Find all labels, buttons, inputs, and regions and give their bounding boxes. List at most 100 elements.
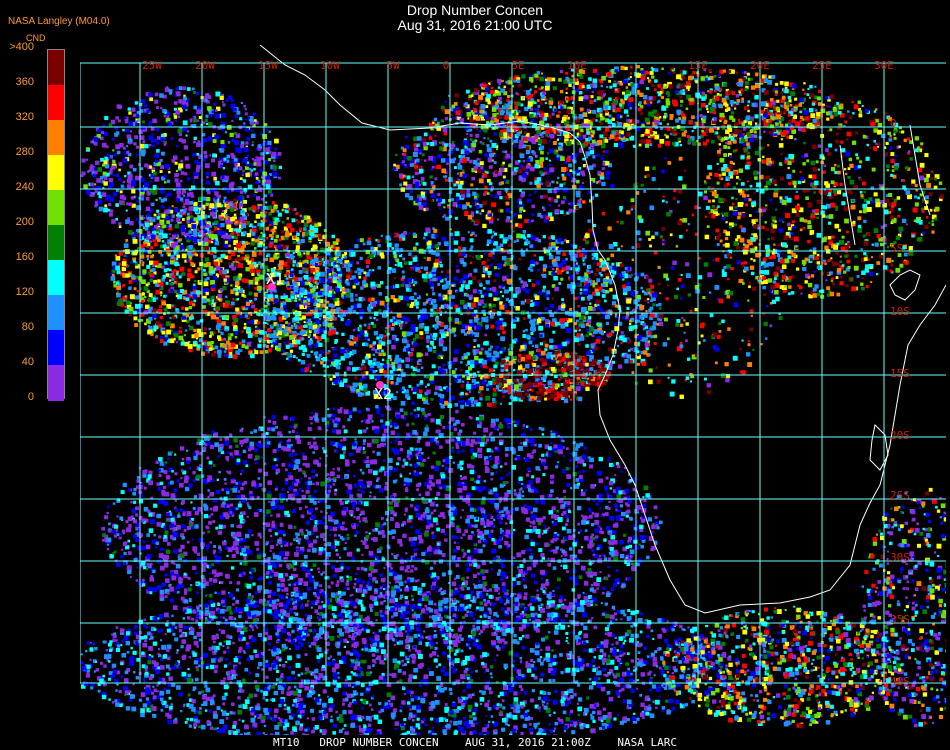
- cloud-pixel: [436, 491, 441, 496]
- cloud-pixel: [174, 289, 178, 294]
- cloud-pixel: [506, 356, 510, 360]
- cloud-pixel: [486, 388, 489, 391]
- cloud-pixel: [297, 251, 302, 256]
- cloud-pixel: [414, 567, 418, 571]
- cloud-pixel: [229, 452, 232, 455]
- cloud-pixel: [479, 397, 483, 401]
- cloud-pixel: [214, 554, 218, 558]
- cloud-pixel: [239, 241, 242, 244]
- cloud-pixel: [395, 284, 400, 289]
- cloud-pixel: [274, 294, 279, 299]
- cloud-pixel: [443, 371, 446, 375]
- cloud-pixel: [561, 304, 566, 309]
- cloud-pixel: [116, 562, 121, 567]
- cloud-pixel: [157, 279, 161, 283]
- cloud-pixel: [311, 547, 317, 553]
- cloud-pixel: [159, 315, 163, 320]
- cloud-pixel: [361, 392, 365, 396]
- cloud-pixel: [251, 272, 255, 276]
- cloud-pixel: [409, 604, 415, 610]
- cloud-pixel: [331, 268, 335, 272]
- cloud-pixel: [322, 515, 326, 519]
- cloud-pixel: [565, 257, 568, 261]
- cloud-pixel: [219, 303, 224, 307]
- cloud-pixel: [516, 239, 519, 242]
- cloud-pixel: [196, 344, 201, 349]
- cloud-pixel: [520, 345, 525, 350]
- cloud-pixel: [372, 341, 376, 345]
- cloud-pixel: [647, 301, 650, 304]
- cloud-pixel: [636, 273, 640, 276]
- cloud-pixel: [408, 458, 411, 461]
- cloud-pixel: [386, 328, 391, 333]
- cloud-pixel: [484, 529, 490, 535]
- cloud-pixel: [388, 267, 392, 271]
- cloud-pixel: [171, 274, 176, 279]
- cloud-pixel: [268, 333, 273, 338]
- cloud-pixel: [175, 257, 179, 261]
- cloud-pixel: [439, 339, 444, 344]
- cloud-pixel: [291, 296, 294, 299]
- cloud-pixel: [286, 357, 289, 360]
- cloud-pixel: [543, 247, 546, 250]
- cloud-pixel: [369, 270, 373, 274]
- cloud-pixel: [639, 314, 644, 319]
- cloud-pixel: [456, 536, 459, 539]
- cloud-pixel: [165, 281, 169, 285]
- cloud-pixel: [590, 283, 593, 286]
- cloud-pixel: [210, 252, 214, 256]
- cloud-pixel: [405, 357, 410, 362]
- cloud-pixel: [349, 278, 352, 281]
- cloud-pixel: [161, 265, 165, 269]
- cloud-pixel: [219, 329, 222, 332]
- cloud-pixel: [295, 263, 299, 267]
- cloud-pixel: [601, 316, 604, 319]
- cloud-pixel: [182, 315, 187, 320]
- cloud-pixel: [320, 314, 323, 317]
- cloud-pixel: [429, 553, 432, 556]
- cloud-pixel: [391, 247, 395, 250]
- cloud-pixel: [507, 425, 511, 429]
- colorbar-tick-label: 320: [15, 111, 34, 123]
- cloud-pixel: [538, 311, 542, 316]
- cloud-pixel: [353, 336, 358, 342]
- cloud-pixel: [473, 345, 476, 349]
- cloud-pixel: [306, 254, 311, 259]
- cloud-pixel: [121, 548, 124, 551]
- cloud-pixel: [436, 309, 440, 313]
- cloud-pixel: [295, 231, 298, 234]
- cloud-pixel: [370, 321, 374, 325]
- cloud-pixel: [425, 227, 430, 233]
- cloud-pixel: [373, 470, 378, 476]
- cloud-pixel: [331, 347, 334, 351]
- cloud-pixel: [472, 256, 475, 259]
- cloud-pixel: [336, 365, 341, 370]
- cloud-pixel: [466, 381, 470, 384]
- cloud-pixel: [178, 275, 182, 279]
- cloud-pixel: [270, 298, 274, 302]
- cloud-pixel: [453, 240, 458, 245]
- cloud-pixel: [340, 317, 344, 322]
- cloud-pixel: [254, 236, 258, 240]
- cloud-pixel: [251, 238, 255, 242]
- cloud-pixel: [453, 334, 457, 337]
- cloud-pixel: [610, 534, 616, 540]
- cloud-pixel: [518, 476, 523, 481]
- cloud-pixel: [578, 246, 581, 249]
- cloud-pixel: [164, 261, 168, 265]
- cloud-pixel: [210, 341, 214, 345]
- cloud-pixel: [424, 385, 428, 388]
- cloud-pixel: [461, 509, 464, 512]
- cloud-pixel: [441, 572, 446, 577]
- cloud-pixel: [260, 219, 263, 223]
- cloud-pixel: [460, 391, 464, 396]
- cloud-pixel: [350, 251, 356, 257]
- cloud-pixel: [539, 256, 544, 261]
- cloud-pixel: [486, 287, 490, 292]
- cloud-pixel: [548, 252, 552, 256]
- cloud-pixel: [185, 297, 190, 301]
- cloud-pixel: [401, 359, 405, 363]
- cloud-pixel: [565, 467, 570, 471]
- cloud-pixel: [453, 548, 458, 553]
- cloud-pixel: [419, 389, 423, 393]
